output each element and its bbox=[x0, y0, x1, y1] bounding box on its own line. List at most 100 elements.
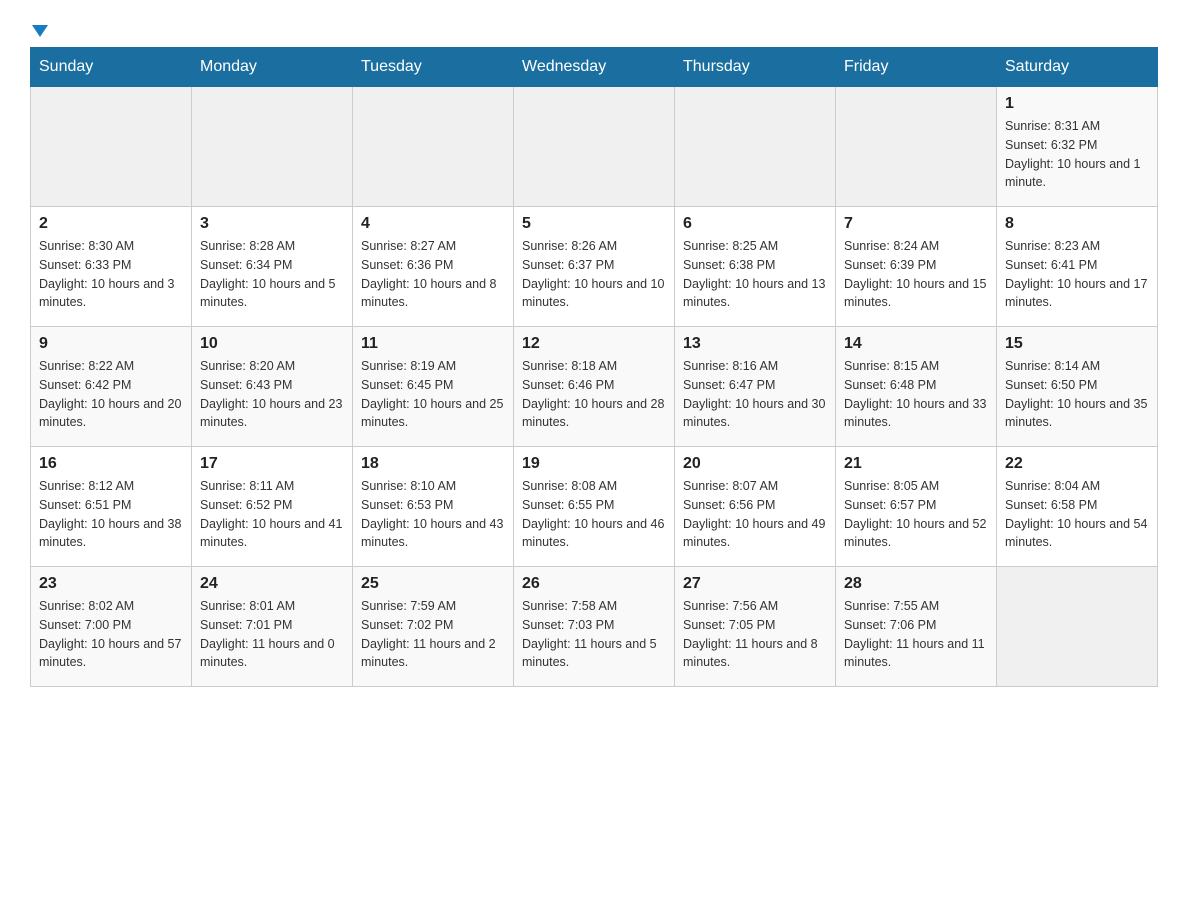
calendar-day-cell: 12Sunrise: 8:18 AMSunset: 6:46 PMDayligh… bbox=[514, 327, 675, 447]
day-number: 5 bbox=[522, 215, 666, 233]
day-info: Sunset: 7:06 PM bbox=[844, 616, 988, 635]
calendar-day-cell: 28Sunrise: 7:55 AMSunset: 7:06 PMDayligh… bbox=[836, 567, 997, 687]
day-info: Daylight: 10 hours and 17 minutes. bbox=[1005, 275, 1149, 313]
day-info: Sunrise: 8:31 AM bbox=[1005, 117, 1149, 136]
day-info: Daylight: 10 hours and 41 minutes. bbox=[200, 515, 344, 553]
page-header bbox=[30, 20, 1158, 37]
day-number: 25 bbox=[361, 575, 505, 593]
day-number: 23 bbox=[39, 575, 183, 593]
calendar-day-header: Thursday bbox=[675, 48, 836, 87]
day-info: Sunset: 6:51 PM bbox=[39, 496, 183, 515]
day-number: 28 bbox=[844, 575, 988, 593]
day-info: Sunset: 7:02 PM bbox=[361, 616, 505, 635]
day-number: 11 bbox=[361, 335, 505, 353]
day-info: Sunrise: 8:27 AM bbox=[361, 237, 505, 256]
day-info: Daylight: 10 hours and 13 minutes. bbox=[683, 275, 827, 313]
calendar-day-header: Monday bbox=[192, 48, 353, 87]
calendar-day-cell bbox=[836, 87, 997, 207]
calendar-day-cell: 24Sunrise: 8:01 AMSunset: 7:01 PMDayligh… bbox=[192, 567, 353, 687]
day-info: Sunrise: 8:15 AM bbox=[844, 357, 988, 376]
calendar-day-cell: 7Sunrise: 8:24 AMSunset: 6:39 PMDaylight… bbox=[836, 207, 997, 327]
day-info: Sunrise: 8:28 AM bbox=[200, 237, 344, 256]
day-info: Daylight: 10 hours and 15 minutes. bbox=[844, 275, 988, 313]
day-info: Sunset: 6:36 PM bbox=[361, 256, 505, 275]
day-number: 9 bbox=[39, 335, 183, 353]
calendar-day-cell: 18Sunrise: 8:10 AMSunset: 6:53 PMDayligh… bbox=[353, 447, 514, 567]
calendar-header: SundayMondayTuesdayWednesdayThursdayFrid… bbox=[31, 48, 1158, 87]
day-info: Daylight: 10 hours and 57 minutes. bbox=[39, 635, 183, 673]
day-info: Sunset: 6:34 PM bbox=[200, 256, 344, 275]
day-info: Sunset: 6:46 PM bbox=[522, 376, 666, 395]
day-info: Sunset: 6:41 PM bbox=[1005, 256, 1149, 275]
calendar-day-cell: 26Sunrise: 7:58 AMSunset: 7:03 PMDayligh… bbox=[514, 567, 675, 687]
day-info: Daylight: 10 hours and 35 minutes. bbox=[1005, 395, 1149, 433]
day-info: Sunrise: 8:05 AM bbox=[844, 477, 988, 496]
day-info: Sunrise: 8:20 AM bbox=[200, 357, 344, 376]
calendar-body: 1Sunrise: 8:31 AMSunset: 6:32 PMDaylight… bbox=[31, 87, 1158, 687]
day-info: Sunset: 6:47 PM bbox=[683, 376, 827, 395]
day-info: Daylight: 10 hours and 28 minutes. bbox=[522, 395, 666, 433]
calendar-week-row: 16Sunrise: 8:12 AMSunset: 6:51 PMDayligh… bbox=[31, 447, 1158, 567]
day-info: Daylight: 10 hours and 20 minutes. bbox=[39, 395, 183, 433]
day-number: 16 bbox=[39, 455, 183, 473]
day-info: Sunrise: 8:04 AM bbox=[1005, 477, 1149, 496]
calendar-table: SundayMondayTuesdayWednesdayThursdayFrid… bbox=[30, 47, 1158, 687]
calendar-week-row: 9Sunrise: 8:22 AMSunset: 6:42 PMDaylight… bbox=[31, 327, 1158, 447]
calendar-day-cell bbox=[675, 87, 836, 207]
calendar-day-cell: 9Sunrise: 8:22 AMSunset: 6:42 PMDaylight… bbox=[31, 327, 192, 447]
day-info: Daylight: 10 hours and 10 minutes. bbox=[522, 275, 666, 313]
day-info: Sunrise: 8:07 AM bbox=[683, 477, 827, 496]
day-info: Daylight: 10 hours and 30 minutes. bbox=[683, 395, 827, 433]
calendar-day-cell: 23Sunrise: 8:02 AMSunset: 7:00 PMDayligh… bbox=[31, 567, 192, 687]
day-info: Sunrise: 8:08 AM bbox=[522, 477, 666, 496]
calendar-day-cell: 6Sunrise: 8:25 AMSunset: 6:38 PMDaylight… bbox=[675, 207, 836, 327]
day-info: Sunset: 6:33 PM bbox=[39, 256, 183, 275]
calendar-day-cell: 17Sunrise: 8:11 AMSunset: 6:52 PMDayligh… bbox=[192, 447, 353, 567]
day-info: Sunrise: 7:55 AM bbox=[844, 597, 988, 616]
day-info: Sunrise: 8:16 AM bbox=[683, 357, 827, 376]
calendar-day-cell bbox=[997, 567, 1158, 687]
day-number: 10 bbox=[200, 335, 344, 353]
day-number: 1 bbox=[1005, 95, 1149, 113]
day-info: Daylight: 10 hours and 49 minutes. bbox=[683, 515, 827, 553]
day-number: 4 bbox=[361, 215, 505, 233]
calendar-day-cell: 2Sunrise: 8:30 AMSunset: 6:33 PMDaylight… bbox=[31, 207, 192, 327]
day-number: 12 bbox=[522, 335, 666, 353]
calendar-day-header: Friday bbox=[836, 48, 997, 87]
calendar-day-cell: 4Sunrise: 8:27 AMSunset: 6:36 PMDaylight… bbox=[353, 207, 514, 327]
day-info: Sunset: 6:37 PM bbox=[522, 256, 666, 275]
day-info: Daylight: 10 hours and 52 minutes. bbox=[844, 515, 988, 553]
day-info: Daylight: 10 hours and 23 minutes. bbox=[200, 395, 344, 433]
calendar-day-cell: 14Sunrise: 8:15 AMSunset: 6:48 PMDayligh… bbox=[836, 327, 997, 447]
calendar-day-cell: 8 Sunrise: 8:23 AMSunset: 6:41 PMDaylight… bbox=[997, 207, 1158, 327]
calendar-day-cell bbox=[353, 87, 514, 207]
day-info: Sunrise: 8:02 AM bbox=[39, 597, 183, 616]
calendar-day-cell: 3Sunrise: 8:28 AMSunset: 6:34 PMDaylight… bbox=[192, 207, 353, 327]
day-info: Daylight: 10 hours and 54 minutes. bbox=[1005, 515, 1149, 553]
day-info: Sunset: 6:39 PM bbox=[844, 256, 988, 275]
day-number: 3 bbox=[200, 215, 344, 233]
calendar-day-cell: 10Sunrise: 8:20 AMSunset: 6:43 PMDayligh… bbox=[192, 327, 353, 447]
day-info: Sunset: 6:53 PM bbox=[361, 496, 505, 515]
day-info: Daylight: 10 hours and 38 minutes. bbox=[39, 515, 183, 553]
day-number: 7 bbox=[844, 215, 988, 233]
calendar-header-row: SundayMondayTuesdayWednesdayThursdayFrid… bbox=[31, 48, 1158, 87]
calendar-day-cell bbox=[514, 87, 675, 207]
day-info: Daylight: 10 hours and 33 minutes. bbox=[844, 395, 988, 433]
day-number: 13 bbox=[683, 335, 827, 353]
day-info: Daylight: 11 hours and 5 minutes. bbox=[522, 635, 666, 673]
day-number: 8 bbox=[1005, 215, 1149, 233]
day-info: Sunrise: 8:26 AM bbox=[522, 237, 666, 256]
calendar-day-cell: 11Sunrise: 8:19 AMSunset: 6:45 PMDayligh… bbox=[353, 327, 514, 447]
day-info: Sunset: 6:56 PM bbox=[683, 496, 827, 515]
day-number: 27 bbox=[683, 575, 827, 593]
day-info: Sunrise: 8:23 AM bbox=[1005, 237, 1149, 256]
day-info: Sunrise: 7:59 AM bbox=[361, 597, 505, 616]
day-info: Sunset: 6:48 PM bbox=[844, 376, 988, 395]
day-info: Sunset: 6:58 PM bbox=[1005, 496, 1149, 515]
day-info: Sunrise: 8:22 AM bbox=[39, 357, 183, 376]
day-info: Sunrise: 8:10 AM bbox=[361, 477, 505, 496]
calendar-day-cell: 21Sunrise: 8:05 AMSunset: 6:57 PMDayligh… bbox=[836, 447, 997, 567]
calendar-day-cell: 1Sunrise: 8:31 AMSunset: 6:32 PMDaylight… bbox=[997, 87, 1158, 207]
day-info: Daylight: 10 hours and 46 minutes. bbox=[522, 515, 666, 553]
